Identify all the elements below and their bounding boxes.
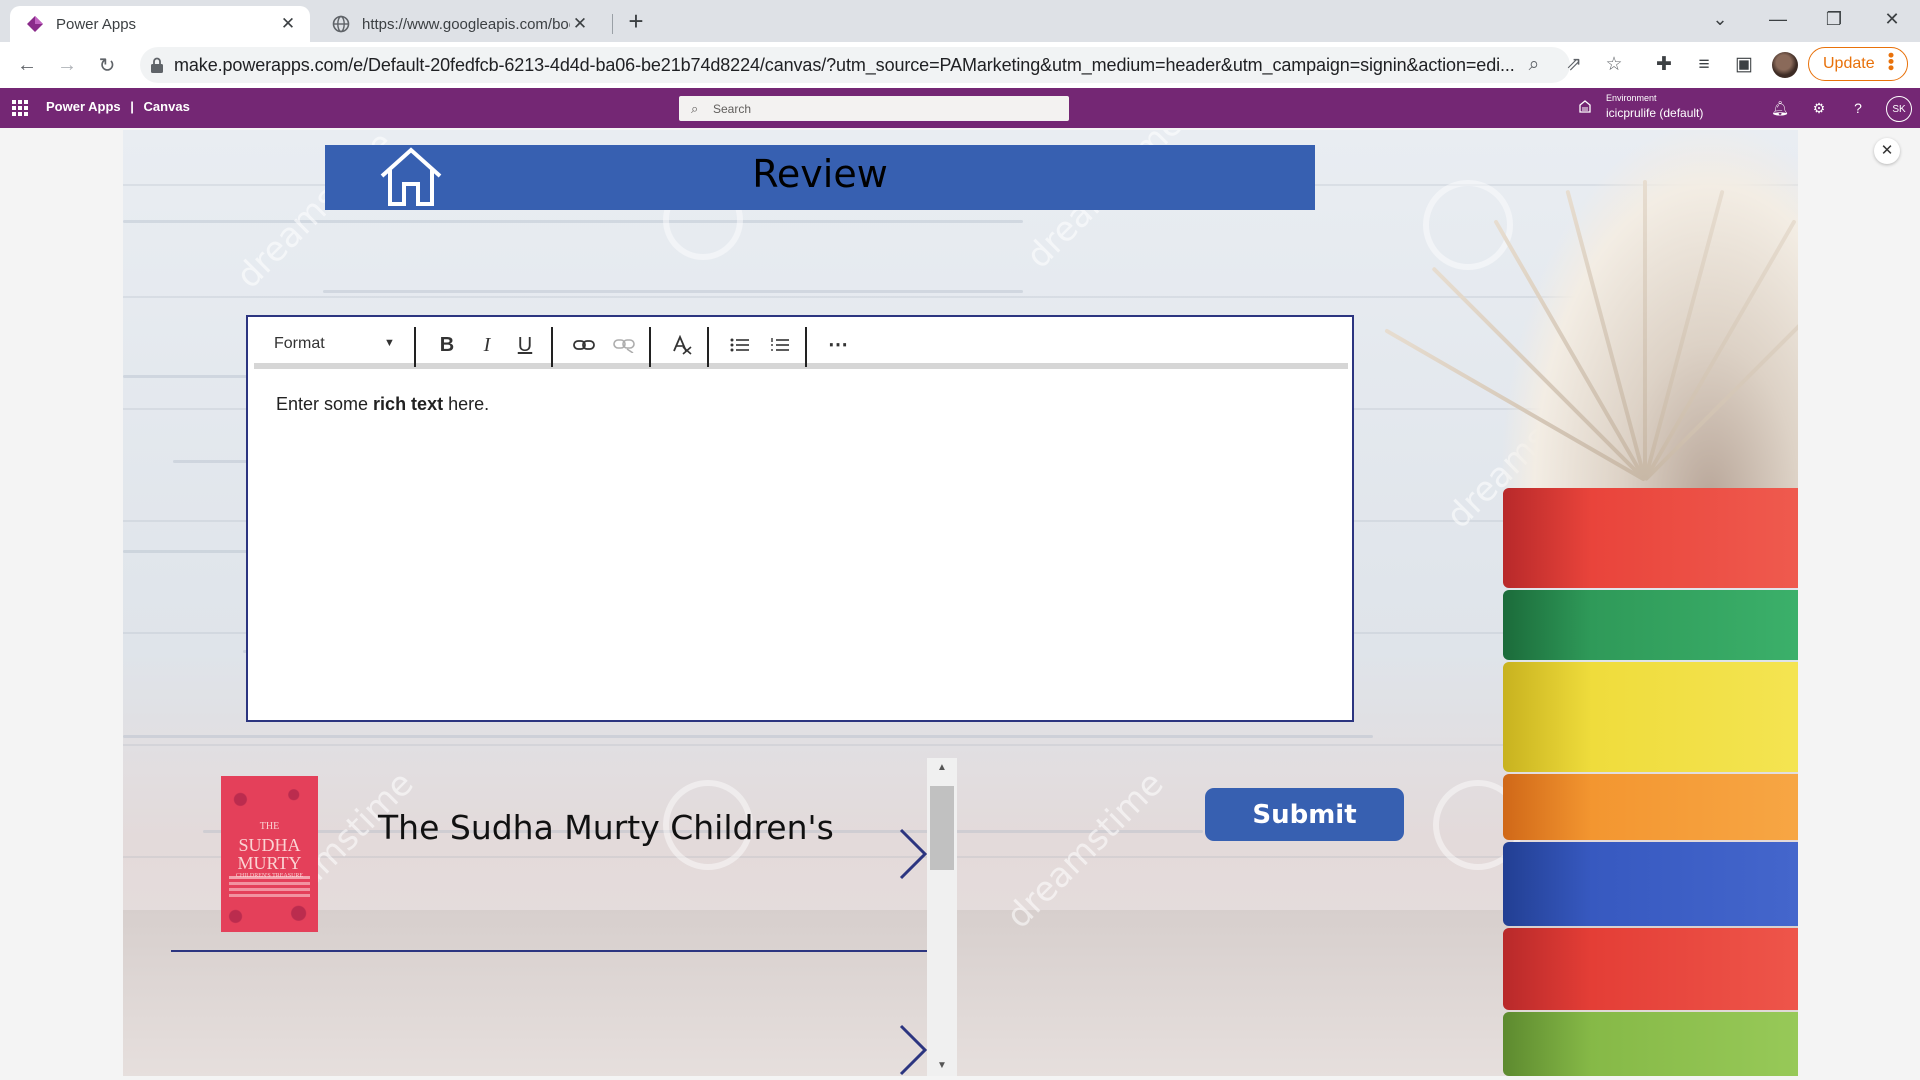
reload-button[interactable]: ↻: [92, 50, 122, 80]
address-bar[interactable]: make.powerapps.com/e/Default-20fedfcb-62…: [140, 47, 1570, 83]
brand-name: Power Apps: [46, 99, 121, 114]
environment-name[interactable]: icicprulife (default): [1606, 106, 1703, 120]
format-dropdown[interactable]: Format: [274, 335, 325, 353]
bulleted-list-icon[interactable]: [726, 331, 754, 359]
book-title[interactable]: The Sudha Murty Children's: [378, 808, 834, 847]
clear-formatting-icon[interactable]: [668, 331, 696, 359]
powerapps-header: Power Apps | Canvas ⌕ Search Environment…: [0, 88, 1920, 128]
update-button[interactable]: Update •••: [1808, 47, 1908, 81]
brand-separator: |: [130, 99, 134, 114]
restore-button[interactable]: ❐: [1806, 0, 1862, 38]
search-input[interactable]: ⌕ Search: [679, 96, 1069, 121]
help-question-icon[interactable]: ?: [1848, 98, 1868, 118]
update-label: Update: [1823, 55, 1875, 72]
power-apps-icon: [26, 15, 44, 33]
close-preview-icon[interactable]: ✕: [1874, 138, 1900, 164]
close-window-button[interactable]: ✕: [1864, 0, 1920, 38]
user-avatar[interactable]: SK: [1886, 96, 1912, 122]
scroll-down-arrow-icon[interactable]: ▼: [927, 1056, 957, 1076]
search-icon: ⌕: [691, 100, 699, 116]
extensions-icon[interactable]: ✚: [1652, 53, 1676, 77]
powerapps-brand[interactable]: Power Apps | Canvas: [46, 99, 190, 114]
close-tab-icon[interactable]: ✕: [278, 14, 298, 34]
search-placeholder: Search: [713, 101, 752, 116]
forward-button[interactable]: →: [52, 50, 82, 80]
browser-tabstrip: Power Apps ✕ https://www.googleapis.com/…: [0, 0, 1920, 42]
books-stack-image: [1384, 130, 1798, 1076]
more-options-icon[interactable]: ⋯: [824, 331, 852, 359]
editor-text-end: here.: [443, 394, 490, 414]
new-tab-button[interactable]: +: [622, 8, 650, 36]
gallery-scrollbar[interactable]: ▲ ▼: [927, 758, 957, 1076]
bookmark-star-icon[interactable]: ☆: [1602, 53, 1626, 77]
scroll-up-arrow-icon[interactable]: ▲: [927, 758, 957, 778]
chevron-right-icon[interactable]: [898, 1024, 928, 1076]
environment-icon[interactable]: [1578, 99, 1594, 115]
italic-icon[interactable]: I: [473, 331, 501, 359]
editor-toolbar: Format ▼ B I U ⋯: [254, 323, 1348, 369]
settings-gear-icon[interactable]: ⚙: [1809, 98, 1829, 118]
tab-divider: [612, 14, 613, 34]
tab-googleapis[interactable]: https://www.googleapis.com/boo ✕: [316, 6, 602, 42]
zoom-icon[interactable]: ⌕: [1522, 53, 1546, 77]
side-panel-icon[interactable]: ▣: [1732, 53, 1756, 77]
gallery-row-divider: [171, 950, 927, 952]
reading-list-icon[interactable]: ≡: [1692, 53, 1716, 77]
brand-mode: Canvas: [143, 99, 190, 114]
underline-icon[interactable]: U: [511, 331, 539, 359]
editor-text-bold: rich text: [373, 394, 444, 414]
chevron-down-icon[interactable]: ▼: [384, 337, 395, 349]
url-text: make.powerapps.com/e/Default-20fedfcb-62…: [174, 54, 1514, 75]
link-icon[interactable]: [570, 331, 598, 359]
scrollbar-thumb[interactable]: [930, 786, 954, 870]
lock-icon: [151, 57, 163, 73]
bold-icon[interactable]: B: [433, 331, 461, 359]
numbered-list-icon[interactable]: [766, 331, 794, 359]
close-tab-icon[interactable]: ✕: [570, 14, 590, 34]
rich-text-editor[interactable]: Format ▼ B I U ⋯ Enter some rich text he…: [246, 315, 1354, 722]
profile-avatar[interactable]: [1772, 52, 1798, 78]
cover-line: SUDHA: [238, 835, 301, 855]
tab-power-apps[interactable]: Power Apps ✕: [10, 6, 310, 42]
share-icon[interactable]: ⇗: [1562, 53, 1586, 77]
cover-line: THE: [259, 821, 280, 832]
back-button[interactable]: ←: [12, 50, 42, 80]
environment-label: Environment: [1606, 93, 1657, 103]
unlink-icon[interactable]: [610, 331, 638, 359]
app-launcher-icon[interactable]: [12, 100, 28, 116]
book-cover-image[interactable]: THE SUDHA MURTY CHILDREN'S TREASURE: [221, 776, 318, 932]
editor-text-start: Enter some: [276, 394, 374, 414]
browser-toolbar: ← → ↻ make.powerapps.com/e/Default-20fed…: [0, 42, 1920, 88]
tab-title: Power Apps: [56, 15, 137, 33]
more-menu-icon[interactable]: •••: [1881, 52, 1901, 71]
globe-icon: [332, 15, 350, 33]
home-icon[interactable]: [378, 146, 444, 208]
cover-line: MURTY: [237, 853, 302, 873]
chevron-right-icon[interactable]: [898, 828, 928, 880]
tab-search-chevron-icon[interactable]: ⌄: [1692, 0, 1748, 38]
page-title: Review: [752, 152, 888, 196]
notifications-bell-icon[interactable]: 🔔︎: [1770, 98, 1790, 118]
minimize-button[interactable]: —: [1750, 0, 1806, 38]
submit-button[interactable]: Submit: [1205, 788, 1404, 841]
tab-title: https://www.googleapis.com/boo: [362, 15, 570, 33]
editor-content[interactable]: Enter some rich text here.: [276, 394, 489, 415]
